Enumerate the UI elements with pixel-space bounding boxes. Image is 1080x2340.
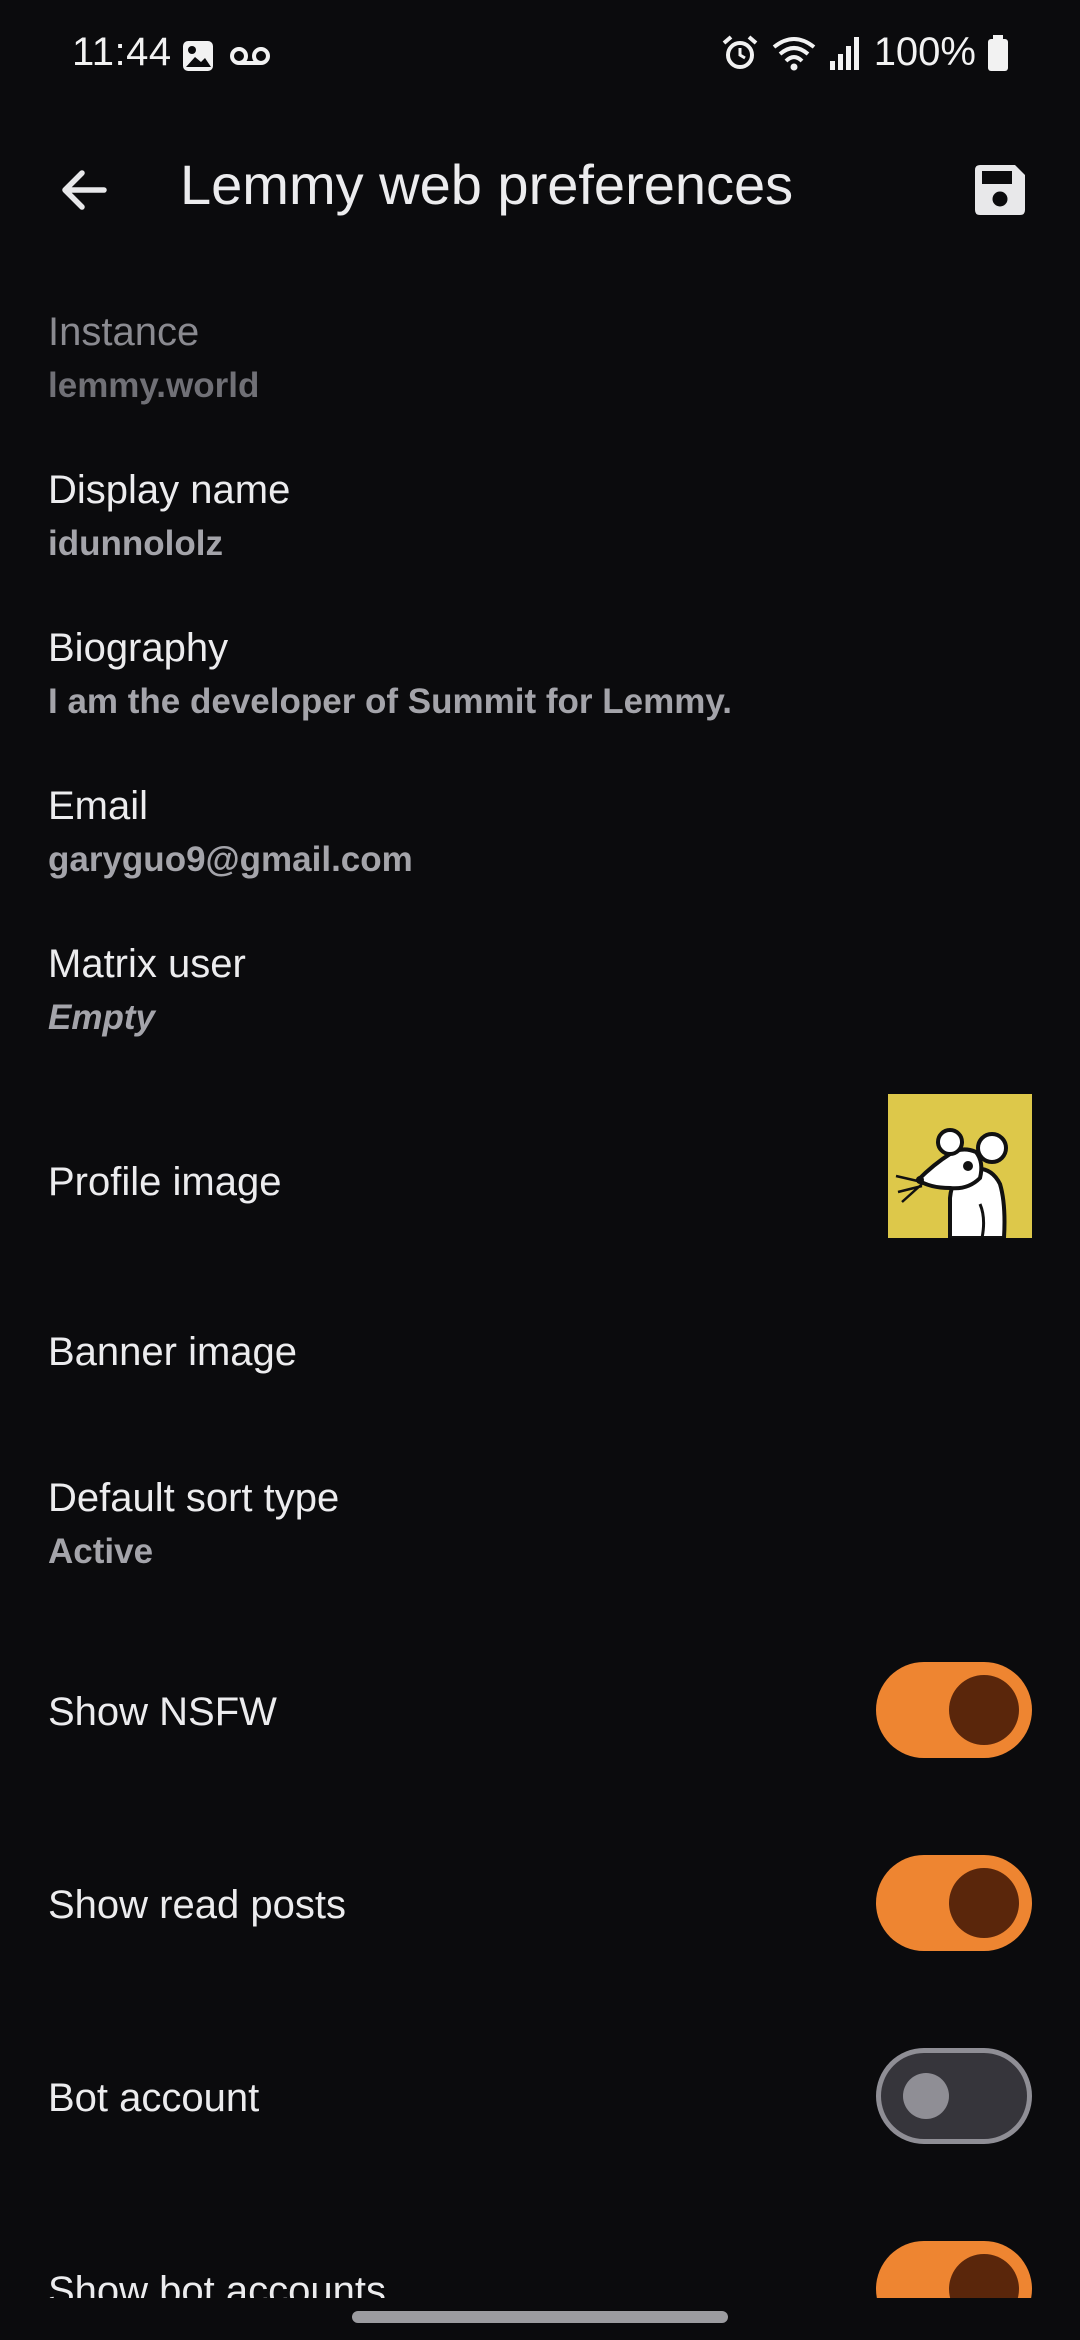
- matrix-user-value: Empty: [48, 998, 155, 1037]
- display-name-title: Display name: [48, 468, 291, 512]
- lemmy-mascot-image: [895, 1128, 1008, 1238]
- show-read-posts-title: Show read posts: [48, 1883, 346, 1927]
- back-button[interactable]: [44, 150, 124, 230]
- save-button[interactable]: [958, 148, 1042, 232]
- voicemail-icon: [230, 47, 270, 65]
- status-bar: 11:44 100%: [0, 0, 1080, 112]
- biography-item[interactable]: Biography I am the developer of Summit f…: [0, 618, 1080, 758]
- email-value: garyguo9@gmail.com: [48, 840, 413, 879]
- biography-value: I am the developer of Summit for Lemmy.: [48, 682, 732, 721]
- profile-image-title: Profile image: [48, 1160, 282, 1204]
- show-bot-accounts-item[interactable]: Show bot accounts: [0, 2215, 1080, 2298]
- banner-image-item[interactable]: Banner image: [0, 1290, 1080, 1430]
- show-bot-accounts-title: Show bot accounts: [48, 2269, 386, 2298]
- email-title: Email: [48, 784, 149, 828]
- arrow-left-icon: [62, 170, 107, 210]
- matrix-user-title: Matrix user: [48, 942, 246, 986]
- settings-list: Instance lemmy.world Display name idunno…: [0, 262, 1080, 2298]
- profile-image-item[interactable]: Profile image: [0, 1092, 1080, 1272]
- screen: 11:44 100% Lemmy web preferences Instanc…: [0, 0, 1080, 2340]
- show-nsfw-item[interactable]: Show NSFW: [0, 1636, 1080, 1806]
- save-icon: [975, 165, 1025, 215]
- avatar[interactable]: [888, 1094, 1032, 1238]
- gesture-nav-handle[interactable]: [352, 2311, 728, 2323]
- display-name-value: idunnololz: [48, 524, 223, 563]
- switch-thumb: [949, 1675, 1019, 1745]
- instance-item: Instance lemmy.world: [0, 302, 1080, 442]
- switch-thumb: [949, 2254, 1019, 2298]
- instance-title: Instance: [48, 310, 200, 354]
- default-sort-title: Default sort type: [48, 1476, 340, 1520]
- gallery-icon: [183, 41, 213, 71]
- page-title: Lemmy web preferences: [180, 153, 794, 216]
- instance-value: lemmy.world: [48, 366, 260, 405]
- app-bar: Lemmy web preferences: [0, 112, 1080, 262]
- status-right-icons: 100%: [720, 30, 1010, 75]
- status-time: 11:44: [72, 30, 172, 74]
- show-nsfw-title: Show NSFW: [48, 1690, 277, 1734]
- show-nsfw-switch[interactable]: [876, 1662, 1032, 1758]
- show-bot-accounts-switch[interactable]: [876, 2241, 1032, 2298]
- battery-icon: [988, 34, 1008, 71]
- battery-percent: 100%: [873, 30, 976, 74]
- default-sort-value: Active: [48, 1532, 154, 1571]
- signal-icon: [829, 36, 859, 70]
- show-read-posts-switch[interactable]: [876, 1855, 1032, 1951]
- wifi-icon: [772, 36, 815, 70]
- show-read-posts-item[interactable]: Show read posts: [0, 1829, 1080, 1999]
- email-item[interactable]: Email garyguo9@gmail.com: [0, 776, 1080, 916]
- switch-thumb: [903, 2073, 949, 2119]
- bot-account-title: Bot account: [48, 2076, 260, 2120]
- status-left-icons: [180, 38, 272, 74]
- switch-thumb: [949, 1868, 1019, 1938]
- alarm-icon: [722, 34, 757, 69]
- display-name-item[interactable]: Display name idunnololz: [0, 460, 1080, 600]
- default-sort-item[interactable]: Default sort type Active: [0, 1448, 1080, 1588]
- matrix-user-item[interactable]: Matrix user Empty: [0, 934, 1080, 1074]
- bot-account-switch[interactable]: [876, 2048, 1032, 2144]
- biography-title: Biography: [48, 626, 229, 670]
- banner-image-title: Banner image: [48, 1330, 298, 1374]
- bot-account-item[interactable]: Bot account: [0, 2022, 1080, 2192]
